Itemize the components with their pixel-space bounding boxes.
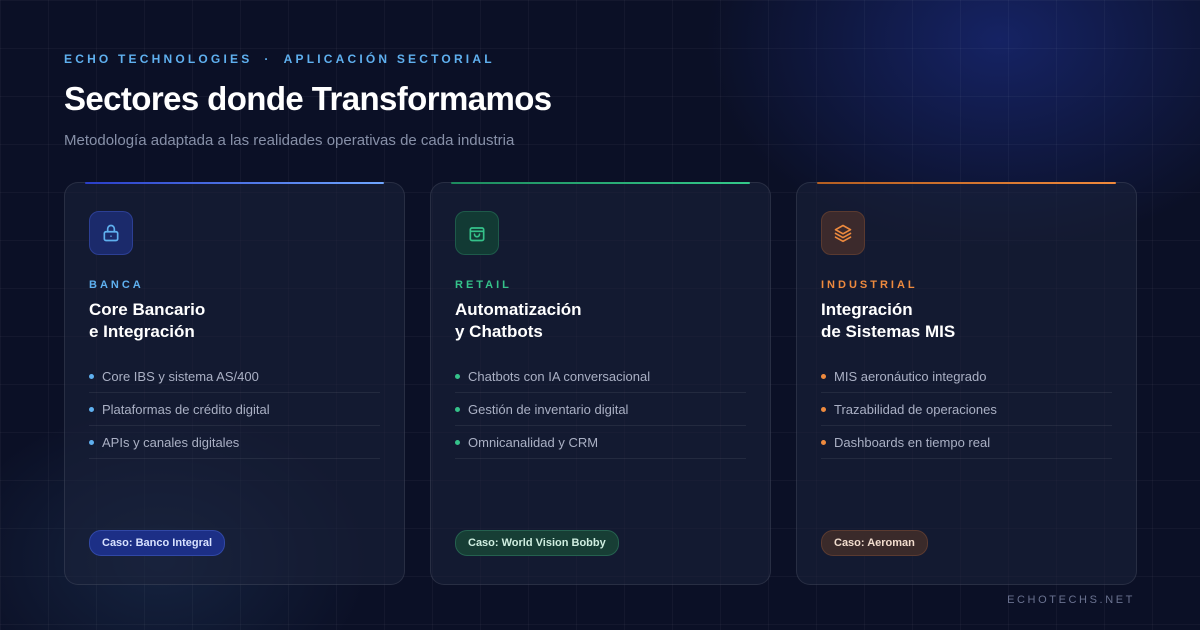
list-item-label: Plataformas de crédito digital: [102, 401, 270, 417]
list-item-label: APIs y canales digitales: [102, 434, 240, 450]
sector-title-line-2: e Integración: [89, 322, 195, 341]
page-subtitle: Metodología adaptada a las realidades op…: [64, 132, 515, 149]
feature-list: Core IBS y sistema AS/400 Plataformas de…: [89, 360, 380, 459]
bullet-icon: [89, 406, 94, 412]
list-item: APIs y canales digitales: [89, 426, 380, 459]
list-item-label: Gestión de inventario digital: [468, 401, 629, 417]
layers-icon: [821, 211, 865, 255]
list-item: Plataformas de crédito digital: [89, 393, 380, 426]
eyebrow: ECHO TECHNOLOGIES · APLICACIÓN SECTORIAL: [64, 52, 552, 66]
page-header: ECHO TECHNOLOGIES · APLICACIÓN SECTORIAL…: [64, 52, 552, 149]
sector-title-line-1: Integración: [821, 300, 913, 319]
sector-tag: RETAIL: [455, 279, 512, 291]
bullet-icon: [455, 406, 460, 412]
eyebrow-separator: ·: [264, 52, 272, 66]
sector-title: Core Bancario e Integración: [89, 299, 380, 343]
sector-title-line-1: Core Bancario: [89, 300, 206, 319]
bullet-icon: [455, 439, 460, 445]
sector-title-line-2: y Chatbots: [455, 322, 543, 341]
bullet-icon: [821, 439, 826, 445]
list-item-label: Dashboards en tiempo real: [834, 434, 991, 450]
list-item: MIS aeronáutico integrado: [821, 360, 1112, 393]
sector-cards: BANCA Core Bancario e Integración Core I…: [64, 182, 1137, 585]
eyebrow-section: APLICACIÓN SECTORIAL: [283, 52, 495, 66]
footer-site: ECHOTECHS.NET: [1007, 594, 1135, 606]
sector-card-retail: RETAIL Automatización y Chatbots Chatbot…: [430, 182, 771, 585]
shopping-bag-icon: [455, 211, 499, 255]
list-item-label: Trazabilidad de operaciones: [834, 401, 997, 417]
case-badge: Caso: Banco Integral: [89, 530, 226, 556]
list-item: Omnicanalidad y CRM: [455, 426, 746, 459]
bullet-icon: [821, 373, 826, 379]
case-badge: Caso: Aeroman: [821, 530, 928, 556]
sector-title-line-1: Automatización: [455, 300, 582, 319]
lock-icon: [89, 211, 133, 255]
list-item-label: Chatbots con IA conversacional: [468, 368, 651, 384]
case-badge: Caso: World Vision Bobby: [455, 530, 619, 556]
feature-list: Chatbots con IA conversacional Gestión d…: [455, 360, 746, 459]
bullet-icon: [455, 373, 460, 379]
list-item-label: MIS aeronáutico integrado: [834, 368, 987, 384]
sector-title: Integración de Sistemas MIS: [821, 299, 1112, 343]
bullet-icon: [89, 373, 94, 379]
list-item: Trazabilidad de operaciones: [821, 393, 1112, 426]
list-item-label: Omnicanalidad y CRM: [468, 434, 599, 450]
list-item: Core IBS y sistema AS/400: [89, 360, 380, 393]
eyebrow-brand: ECHO TECHNOLOGIES: [64, 52, 253, 66]
sector-title: Automatización y Chatbots: [455, 299, 746, 343]
bullet-icon: [89, 439, 94, 445]
list-item: Gestión de inventario digital: [455, 393, 746, 426]
bullet-icon: [821, 406, 826, 412]
sector-card-industrial: INDUSTRIAL Integración de Sistemas MIS M…: [796, 182, 1137, 585]
list-item: Dashboards en tiempo real: [821, 426, 1112, 459]
sector-title-line-2: de Sistemas MIS: [821, 322, 956, 341]
sector-card-banca: BANCA Core Bancario e Integración Core I…: [64, 182, 405, 585]
list-item: Chatbots con IA conversacional: [455, 360, 746, 393]
sector-tag: BANCA: [89, 279, 144, 291]
page-title: Sectores donde Transformamos: [64, 80, 552, 117]
feature-list: MIS aeronáutico integrado Trazabilidad d…: [821, 360, 1112, 459]
sector-tag: INDUSTRIAL: [821, 279, 918, 291]
list-item-label: Core IBS y sistema AS/400: [102, 368, 259, 384]
